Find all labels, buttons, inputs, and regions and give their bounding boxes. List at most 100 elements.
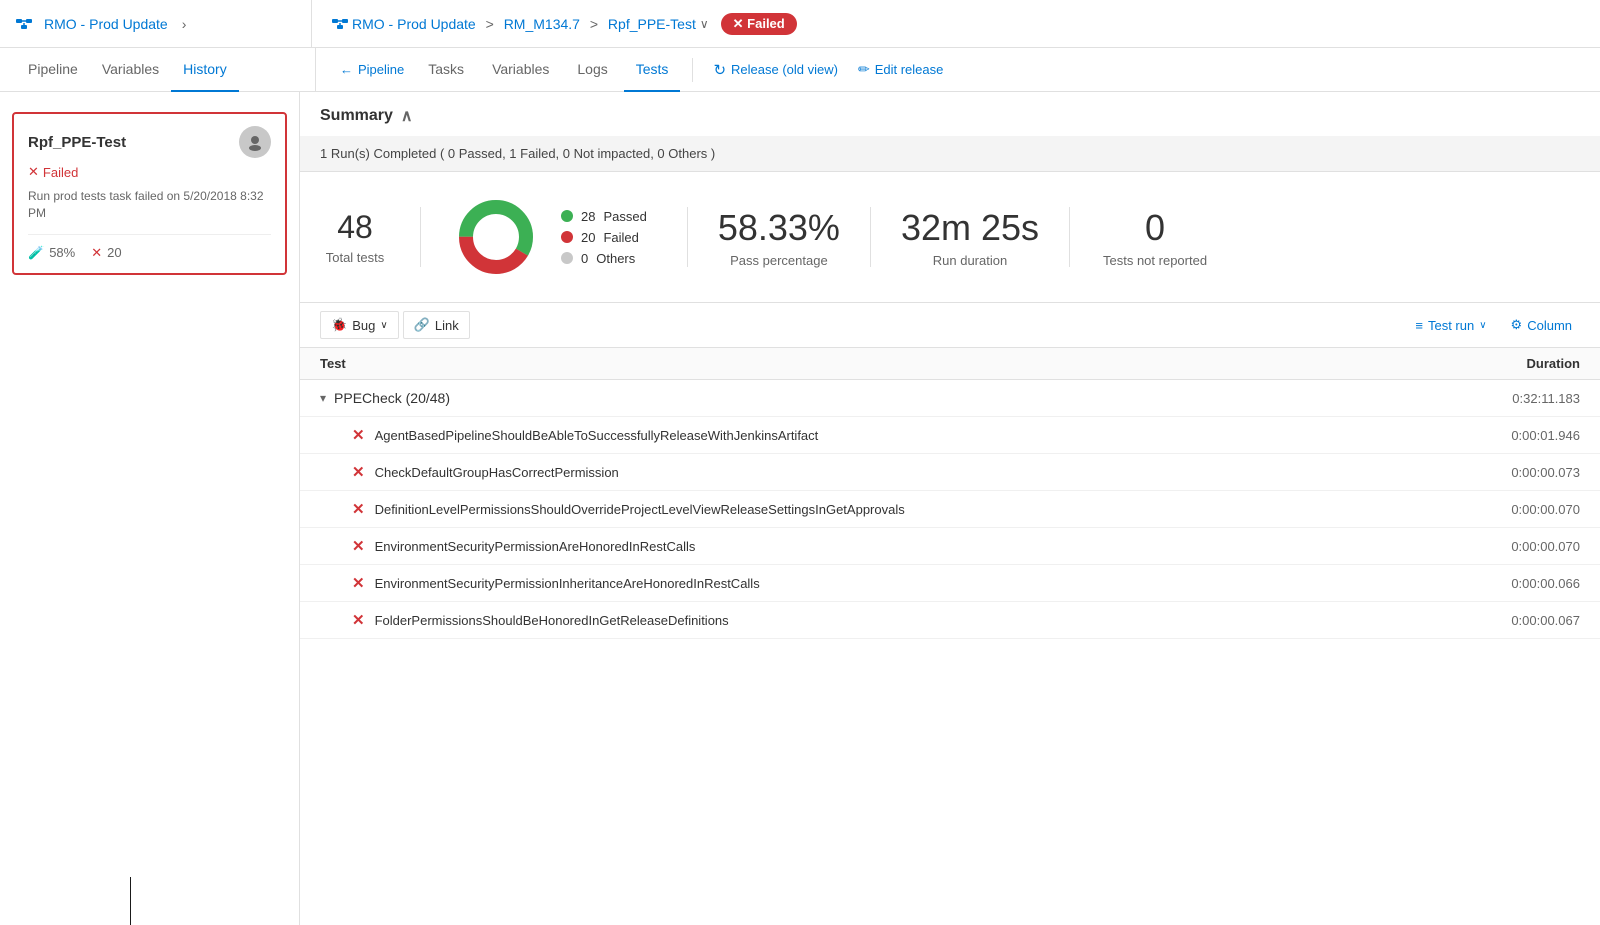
stage-footer: 🧪 58% ✕ 20 (28, 234, 271, 261)
top-bar: RMO - Prod Update › RMO - Prod Update > … (0, 0, 1600, 48)
tab-variables-left[interactable]: Variables (90, 48, 171, 92)
legend-passed: 28 Passed (561, 209, 647, 224)
others-count: 0 (581, 251, 588, 266)
back-arrow-icon: ← (340, 62, 353, 77)
right-sep2: > (586, 16, 602, 32)
summary-collapse-icon[interactable]: ∧ (401, 106, 413, 126)
test-item-duration-5: 0:00:00.067 (1440, 613, 1580, 628)
runs-bar: 1 Run(s) Completed ( 0 Passed, 1 Failed,… (300, 136, 1600, 172)
link-button[interactable]: 🔗 Link (403, 311, 470, 339)
main-content: Rpf_PPE-Test ✕ Failed Run prod tests tas… (0, 92, 1600, 925)
test-group-row[interactable]: ▾ PPECheck (20/48) 0:32:11.183 (300, 380, 1600, 417)
tab-variables-right[interactable]: Variables (480, 48, 561, 92)
edit-pencil-icon: ✏ (858, 61, 870, 78)
pass-pct-label: Pass percentage (730, 253, 828, 268)
test-fail-icon-0: ✕ (352, 426, 365, 444)
bug-chevron-icon: ∨ (380, 320, 387, 331)
test-run-btn[interactable]: ≡ Test run ∨ (1407, 313, 1494, 338)
test-item-row[interactable]: ✕ AgentBasedPipelineShouldBeAbleToSucces… (300, 417, 1600, 454)
stage-chevron-icon[interactable]: ∨ (700, 17, 709, 31)
test-item-duration-3: 0:00:00.070 (1440, 539, 1580, 554)
stage-pass-pct: 🧪 58% (28, 245, 75, 261)
right-stage[interactable]: Rpf_PPE-Test (608, 16, 696, 32)
tab-logs[interactable]: Logs (565, 48, 619, 92)
tab-pipeline[interactable]: Pipeline (16, 48, 90, 92)
stage-card[interactable]: Rpf_PPE-Test ✕ Failed Run prod tests tas… (12, 112, 287, 275)
stats-row: 48 Total tests (300, 172, 1600, 303)
test-item-duration-4: 0:00:00.066 (1440, 576, 1580, 591)
nav-left: Pipeline Variables History (16, 48, 316, 91)
passed-count: 28 (581, 209, 595, 224)
test-table-body: ▾ PPECheck (20/48) 0:32:11.183 ✕ AgentBa… (300, 380, 1600, 925)
test-item-row[interactable]: ✕ DefinitionLevelPermissionsShouldOverri… (300, 491, 1600, 528)
bug-button[interactable]: 🐞 Bug ∨ (320, 311, 399, 339)
bug-label: Bug (352, 318, 375, 333)
failed-dot (561, 231, 573, 243)
test-col-duration: Duration (1440, 356, 1580, 371)
test-item-name-1: CheckDefaultGroupHasCorrectPermission (375, 465, 1440, 480)
top-bar-left: RMO - Prod Update › (12, 0, 312, 47)
release-refresh-icon: ↻ (713, 61, 726, 79)
group-expand-icon: ▾ (320, 391, 326, 405)
test-group-duration: 0:32:11.183 (1440, 391, 1580, 406)
not-reported-value: 0 (1145, 207, 1165, 249)
test-item-row[interactable]: ✕ FolderPermissionsShouldBeHonoredInGetR… (300, 602, 1600, 639)
test-item-name-0: AgentBasedPipelineShouldBeAbleToSuccessf… (375, 428, 1440, 443)
total-tests-label: Total tests (326, 250, 385, 265)
right-pipeline-title[interactable]: RMO - Prod Update (352, 16, 476, 32)
release-old-view-btn[interactable]: ↻ Release (old view) (705, 54, 846, 86)
donut-container: 28 Passed 20 Failed 0 Others (451, 192, 687, 282)
test-fail-icon-5: ✕ (352, 611, 365, 629)
test-item-name-2: DefinitionLevelPermissionsShouldOverride… (375, 502, 1440, 517)
runs-bar-text: 1 Run(s) Completed ( 0 Passed, 1 Failed,… (320, 146, 715, 161)
left-breadcrumb-sep: › (182, 16, 187, 32)
others-label: Others (596, 251, 635, 266)
stat-divider-4 (1069, 207, 1070, 267)
flask-icon: 🧪 (28, 245, 44, 261)
test-item-row[interactable]: ✕ CheckDefaultGroupHasCorrectPermission … (300, 454, 1600, 491)
test-item-duration-0: 0:00:01.946 (1440, 428, 1580, 443)
test-item-name-4: EnvironmentSecurityPermissionInheritance… (375, 576, 1440, 591)
toolbar: 🐞 Bug ∨ 🔗 Link ≡ Test run ∨ ⚙ Column (300, 303, 1600, 348)
test-fail-icon-2: ✕ (352, 500, 365, 518)
stage-status: ✕ Failed (28, 164, 271, 180)
tab-tests[interactable]: Tests (624, 48, 681, 92)
nav-tabs-row: Pipeline Variables History ← Pipeline Ta… (0, 48, 1600, 92)
test-table-header: Test Duration (300, 348, 1600, 380)
link-icon: 🔗 (414, 317, 430, 333)
tab-tasks[interactable]: Tasks (416, 48, 476, 92)
left-pipeline-title[interactable]: RMO - Prod Update (44, 16, 168, 32)
failed-label: Failed (603, 230, 638, 245)
edit-release-btn[interactable]: ✏ Edit release (850, 54, 951, 86)
test-item-name-3: EnvironmentSecurityPermissionAreHonoredI… (375, 539, 1440, 554)
back-pipeline-btn[interactable]: ← Pipeline (332, 54, 412, 86)
bug-icon: 🐞 (331, 317, 347, 333)
stage-card-name: Rpf_PPE-Test (28, 134, 126, 151)
donut-legend: 28 Passed 20 Failed 0 Others (561, 209, 647, 266)
stage-card-header: Rpf_PPE-Test (28, 126, 271, 158)
test-fail-icon-4: ✕ (352, 574, 365, 592)
left-panel: Rpf_PPE-Test ✕ Failed Run prod tests tas… (0, 92, 300, 925)
stat-divider-1 (420, 207, 421, 267)
test-item-name-5: FolderPermissionsShouldBeHonoredInGetRel… (375, 613, 1440, 628)
failed-count: 20 (581, 230, 595, 245)
column-btn[interactable]: ⚙ Column (1503, 312, 1580, 338)
total-tests-value: 48 (337, 209, 373, 246)
top-bar-right: RMO - Prod Update > RM_M134.7 > Rpf_PPE-… (312, 12, 1588, 36)
run-duration-block: 32m 25s Run duration (901, 207, 1069, 268)
right-panel: Summary ∧ 1 Run(s) Completed ( 0 Passed,… (300, 92, 1600, 925)
test-item-row[interactable]: ✕ EnvironmentSecurityPermissionAreHonore… (300, 528, 1600, 565)
nav-divider (692, 58, 693, 82)
toolbar-left: 🐞 Bug ∨ 🔗 Link (320, 311, 470, 339)
stage-pass-pct-value: 58% (49, 245, 75, 260)
tab-history[interactable]: History (171, 48, 239, 92)
back-pipeline-label: Pipeline (358, 62, 404, 77)
right-milestone[interactable]: RM_M134.7 (504, 16, 580, 32)
test-item-row[interactable]: ✕ EnvironmentSecurityPermissionInheritan… (300, 565, 1600, 602)
legend-others: 0 Others (561, 251, 647, 266)
stage-fail-count-icon: ✕ (91, 245, 102, 261)
stage-fail-count-value: 20 (107, 245, 121, 260)
test-group-name: PPECheck (20/48) (334, 390, 1440, 406)
test-item-duration-1: 0:00:00.073 (1440, 465, 1580, 480)
test-item-duration-2: 0:00:00.070 (1440, 502, 1580, 517)
